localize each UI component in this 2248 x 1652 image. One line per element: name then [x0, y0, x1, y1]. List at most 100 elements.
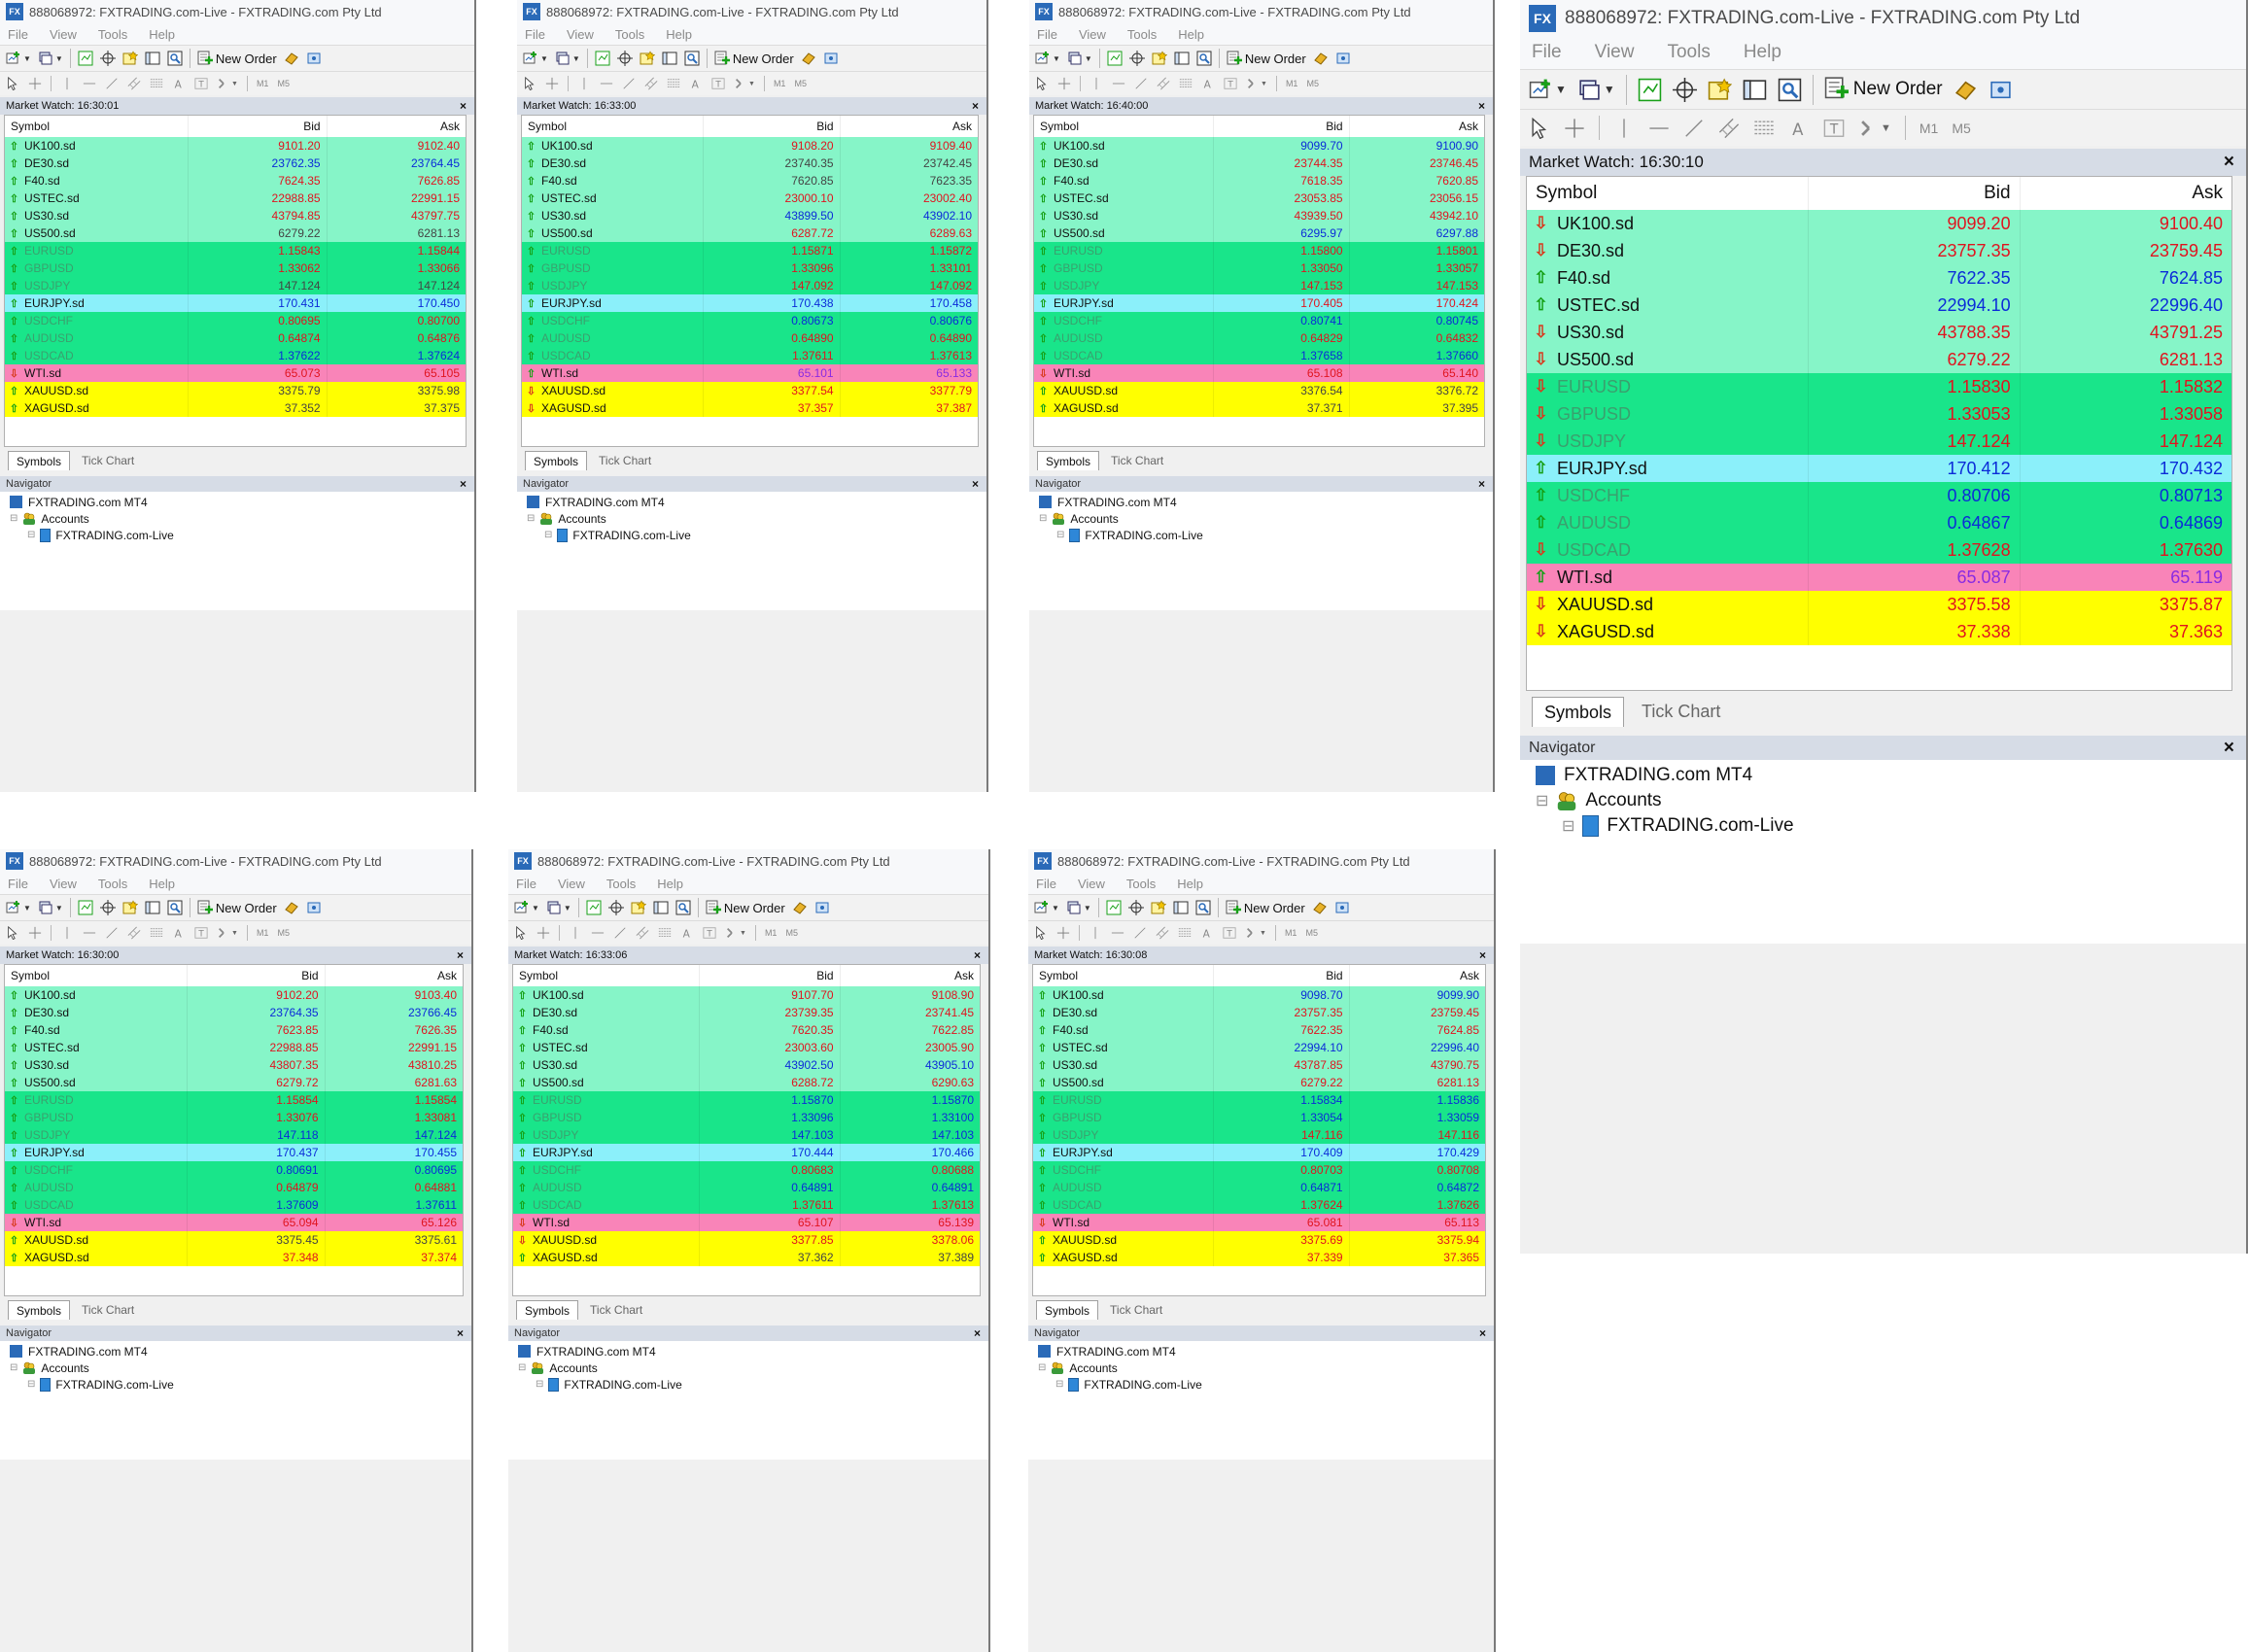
cursor-icon[interactable] — [514, 923, 528, 943]
menu-help[interactable]: Help — [1177, 877, 1203, 891]
text-label-icon[interactable]: T — [1223, 923, 1236, 943]
table-row[interactable]: ⇧ DE30.sd 23739.35 23741.45 — [513, 1004, 980, 1021]
terminal-icon[interactable] — [145, 897, 160, 918]
table-row[interactable]: ⇧ AUDUSD 0.64874 0.64876 — [5, 329, 466, 347]
menu-file[interactable]: File — [8, 877, 28, 891]
channel-icon[interactable] — [644, 74, 658, 93]
table-row[interactable]: ⇧ US30.sd 43807.35 43810.25 — [5, 1056, 463, 1074]
table-row[interactable]: ⇧ DE30.sd 23740.35 23742.45 — [522, 155, 978, 172]
table-row[interactable]: ⇩ XAGUSD.sd 37.357 37.387 — [522, 399, 978, 417]
table-row[interactable]: ⇧ USDJPY 147.103 147.103 — [513, 1126, 980, 1144]
profiles-icon[interactable]: ▼ — [38, 48, 63, 69]
fibonacci-icon[interactable] — [667, 74, 680, 93]
table-row[interactable]: ⇧ USDCAD 1.37611 1.37613 — [513, 1196, 980, 1214]
nav-item-account[interactable]: ⊟ FXTRADING.com-Live — [1028, 1376, 1494, 1393]
new-order-button[interactable]: New Order — [706, 899, 785, 917]
table-row[interactable]: ⇧ UK100.sd 9107.70 9108.90 — [513, 986, 980, 1004]
market-watch-icon[interactable] — [78, 897, 93, 918]
autotrading-icon[interactable] — [306, 897, 322, 918]
autotrading-icon[interactable] — [1989, 73, 2013, 106]
strategy-tester-icon[interactable] — [1196, 48, 1212, 69]
table-row[interactable]: ⇧ DE30.sd 23764.35 23766.45 — [5, 1004, 463, 1021]
table-row[interactable]: ⇧ USDCHF 0.80695 0.80700 — [5, 312, 466, 329]
text-icon[interactable]: A — [172, 923, 186, 943]
navigator-icon[interactable] — [1152, 48, 1167, 69]
table-row[interactable]: ⇧ F40.sd 7618.35 7620.85 — [1034, 172, 1484, 189]
table-row[interactable]: ⇧ EURJPY.sd 170.409 170.429 — [1033, 1144, 1485, 1161]
timeframe-m1[interactable]: M1 — [774, 79, 786, 88]
navigator-icon[interactable] — [122, 48, 138, 69]
new-order-button[interactable]: New Order — [1226, 899, 1305, 917]
menu-help[interactable]: Help — [666, 27, 692, 42]
tab-symbols[interactable]: Symbols — [1036, 1300, 1099, 1320]
table-row[interactable]: ⇧ EURUSD 1.15871 1.15872 — [522, 242, 978, 259]
close-icon[interactable]: × — [460, 99, 467, 113]
new-chart-icon[interactable]: ▼ — [523, 48, 548, 69]
table-row[interactable]: ⇧ USTEC.sd 22994.10 22996.40 — [1527, 292, 2231, 319]
profiles-icon[interactable]: ▼ — [38, 897, 63, 918]
table-row[interactable]: ⇧ UK100.sd 9108.20 9109.40 — [522, 137, 978, 155]
table-row[interactable]: ⇧ XAUUSD.sd 3375.45 3375.61 — [5, 1231, 463, 1249]
strategy-tester-icon[interactable] — [684, 48, 700, 69]
table-row[interactable]: ⇧ F40.sd 7622.35 7624.85 — [1033, 1021, 1485, 1039]
trendline-icon[interactable] — [1683, 113, 1705, 143]
arrows-icon[interactable]: ▼ — [217, 923, 238, 943]
nav-item-root[interactable]: FXTRADING.com MT4 — [517, 494, 986, 510]
tab-symbols[interactable]: Symbols — [525, 451, 588, 470]
trendline-icon[interactable] — [613, 923, 627, 943]
metaeditor-icon[interactable] — [1954, 73, 1978, 106]
channel-icon[interactable] — [1156, 923, 1169, 943]
vertical-line-icon[interactable] — [60, 74, 74, 93]
profiles-icon[interactable]: ▼ — [1066, 897, 1091, 918]
table-row[interactable]: ⇧ USTEC.sd 23053.85 23056.15 — [1034, 189, 1484, 207]
timeframe-m5[interactable]: M5 — [277, 79, 290, 88]
nav-item-account[interactable]: ⊟ FXTRADING.com-Live — [517, 527, 986, 543]
fibonacci-icon[interactable] — [150, 74, 163, 93]
nav-item-accounts[interactable]: ⊟ Accounts — [517, 510, 986, 527]
arrows-icon[interactable]: ▼ — [217, 74, 238, 93]
table-row[interactable]: ⇧ F40.sd 7622.35 7624.85 — [1527, 264, 2231, 292]
arrows-icon[interactable]: ▼ — [1858, 113, 1891, 143]
market-watch-icon[interactable] — [586, 897, 602, 918]
table-row[interactable]: ⇩ WTI.sd 65.094 65.126 — [5, 1214, 463, 1231]
crosshair-icon[interactable] — [536, 923, 550, 943]
channel-icon[interactable] — [636, 923, 649, 943]
new-chart-icon[interactable]: ▼ — [1034, 897, 1059, 918]
table-row[interactable]: ⇩ XAUUSD.sd 3377.85 3378.06 — [513, 1231, 980, 1249]
timeframe-m1[interactable]: M1 — [1285, 928, 1297, 938]
table-row[interactable]: ⇧ XAGUSD.sd 37.362 37.389 — [513, 1249, 980, 1266]
table-row[interactable]: ⇧ UK100.sd 9101.20 9102.40 — [5, 137, 466, 155]
table-row[interactable]: ⇧ US30.sd 43794.85 43797.75 — [5, 207, 466, 224]
new-chart-icon[interactable]: ▼ — [1035, 48, 1060, 69]
data-window-icon[interactable] — [99, 897, 116, 918]
table-row[interactable]: ⇩ XAUUSD.sd 3377.54 3377.79 — [522, 382, 978, 399]
nav-item-accounts[interactable]: ⊟ Accounts — [1028, 1359, 1494, 1376]
tab-symbols[interactable]: Symbols — [516, 1300, 579, 1320]
menu-help[interactable]: Help — [149, 27, 175, 42]
table-row[interactable]: ⇧ F40.sd 7623.85 7626.35 — [5, 1021, 463, 1039]
menu-help[interactable]: Help — [657, 877, 683, 891]
market-watch-icon[interactable] — [78, 48, 93, 69]
data-window-icon[interactable] — [616, 48, 633, 69]
table-row[interactable]: ⇧ XAGUSD.sd 37.352 37.375 — [5, 399, 466, 417]
horizontal-line-icon[interactable] — [1112, 74, 1125, 93]
cursor-icon[interactable] — [6, 74, 19, 93]
table-row[interactable]: ⇩ WTI.sd 65.081 65.113 — [1033, 1214, 1485, 1231]
navigator-icon[interactable] — [1151, 897, 1166, 918]
new-chart-icon[interactable]: ▼ — [6, 897, 31, 918]
column-header-symbol[interactable]: Symbol — [522, 116, 705, 137]
market-watch-icon[interactable] — [1106, 897, 1122, 918]
terminal-icon[interactable] — [1743, 73, 1767, 106]
nav-item-root[interactable]: FXTRADING.com MT4 — [1520, 763, 2246, 788]
table-row[interactable]: ⇧ US500.sd 6279.22 6281.13 — [5, 224, 466, 242]
collapse-icon[interactable]: ⊟ — [27, 530, 35, 540]
table-row[interactable]: ⇧ XAGUSD.sd 37.348 37.374 — [5, 1249, 463, 1266]
menu-tools[interactable]: Tools — [606, 877, 636, 891]
table-row[interactable]: ⇧ US30.sd 43787.85 43790.75 — [1033, 1056, 1485, 1074]
timeframe-m5[interactable]: M5 — [1305, 928, 1318, 938]
fibonacci-icon[interactable] — [658, 923, 672, 943]
nav-item-accounts[interactable]: ⊟ Accounts — [1029, 510, 1493, 527]
table-row[interactable]: ⇧ AUDUSD 0.64871 0.64872 — [1033, 1179, 1485, 1196]
menu-tools[interactable]: Tools — [1667, 42, 1710, 63]
tab-tick-chart[interactable]: Tick Chart — [1102, 1300, 1170, 1320]
